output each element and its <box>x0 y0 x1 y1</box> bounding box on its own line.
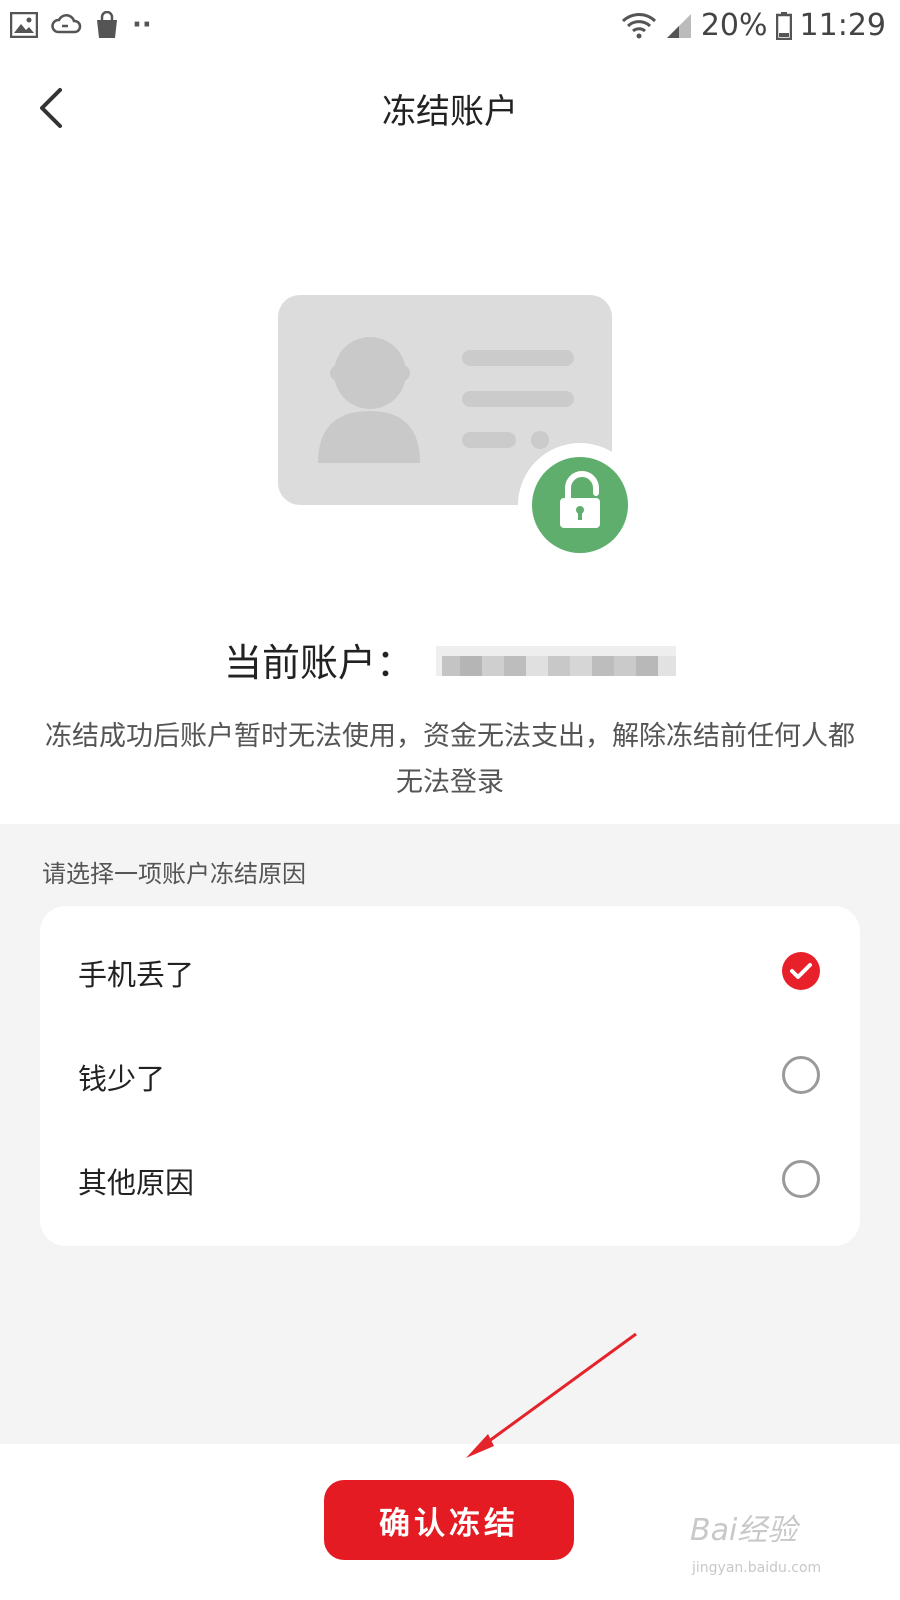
radio-unchecked-icon[interactable] <box>782 1160 820 1198</box>
reason-card: 手机丢了 钱少了 其他原因 <box>40 906 860 1246</box>
header: 冻结账户 <box>0 60 900 156</box>
reason-section: 请选择一项账户冻结原因 手机丢了 钱少了 其他原因 <box>0 824 900 1444</box>
masked-account-number <box>436 645 677 676</box>
reason-option-other[interactable]: 其他原因 <box>40 1128 860 1232</box>
battery-icon <box>775 11 792 40</box>
signal-icon <box>666 13 691 38</box>
annotation-arrow-icon <box>466 1332 637 1458</box>
more-notifications-icon: ·· <box>132 10 152 40</box>
battery-percent: 20% <box>700 8 768 43</box>
cloud-sync-icon <box>51 14 82 34</box>
reason-option-label: 手机丢了 <box>78 958 195 992</box>
reason-option-label: 其他原因 <box>78 1166 195 1200</box>
radio-checked-icon[interactable] <box>782 952 820 990</box>
page-title: 冻结账户 <box>382 92 518 132</box>
confirm-freeze-button[interactable]: 确认冻结 <box>324 1480 574 1560</box>
current-account-line: 当前账户： <box>0 632 900 687</box>
baidu-watermark-url: jingyan.baidu.com <box>692 1560 822 1576</box>
freeze-description: 冻结成功后账户暂时无法使用，资金无法支出，解除冻结前任何人都无法登录 <box>45 721 855 798</box>
radio-unchecked-icon[interactable] <box>782 1056 820 1094</box>
clock: 11:29 <box>799 8 886 43</box>
gallery-icon <box>10 12 38 38</box>
status-right: 20% 11:29 <box>621 8 886 43</box>
baidu-watermark-logo: Bai经验 <box>690 1513 798 1548</box>
shopping-bag-icon <box>97 11 117 38</box>
status-bar: ·· 20% 11:29 <box>0 0 900 52</box>
reason-option-less-money[interactable]: 钱少了 <box>40 1024 860 1128</box>
id-card-lock-illustration <box>278 295 638 565</box>
reason-section-title: 请选择一项账户冻结原因 <box>42 860 306 888</box>
wifi-icon <box>621 12 656 38</box>
status-left-icons: ·· <box>10 10 152 40</box>
reason-option-phone-lost[interactable]: 手机丢了 <box>40 920 860 1024</box>
reason-option-label: 钱少了 <box>78 1062 166 1096</box>
current-account-label: 当前账户： <box>223 641 414 685</box>
